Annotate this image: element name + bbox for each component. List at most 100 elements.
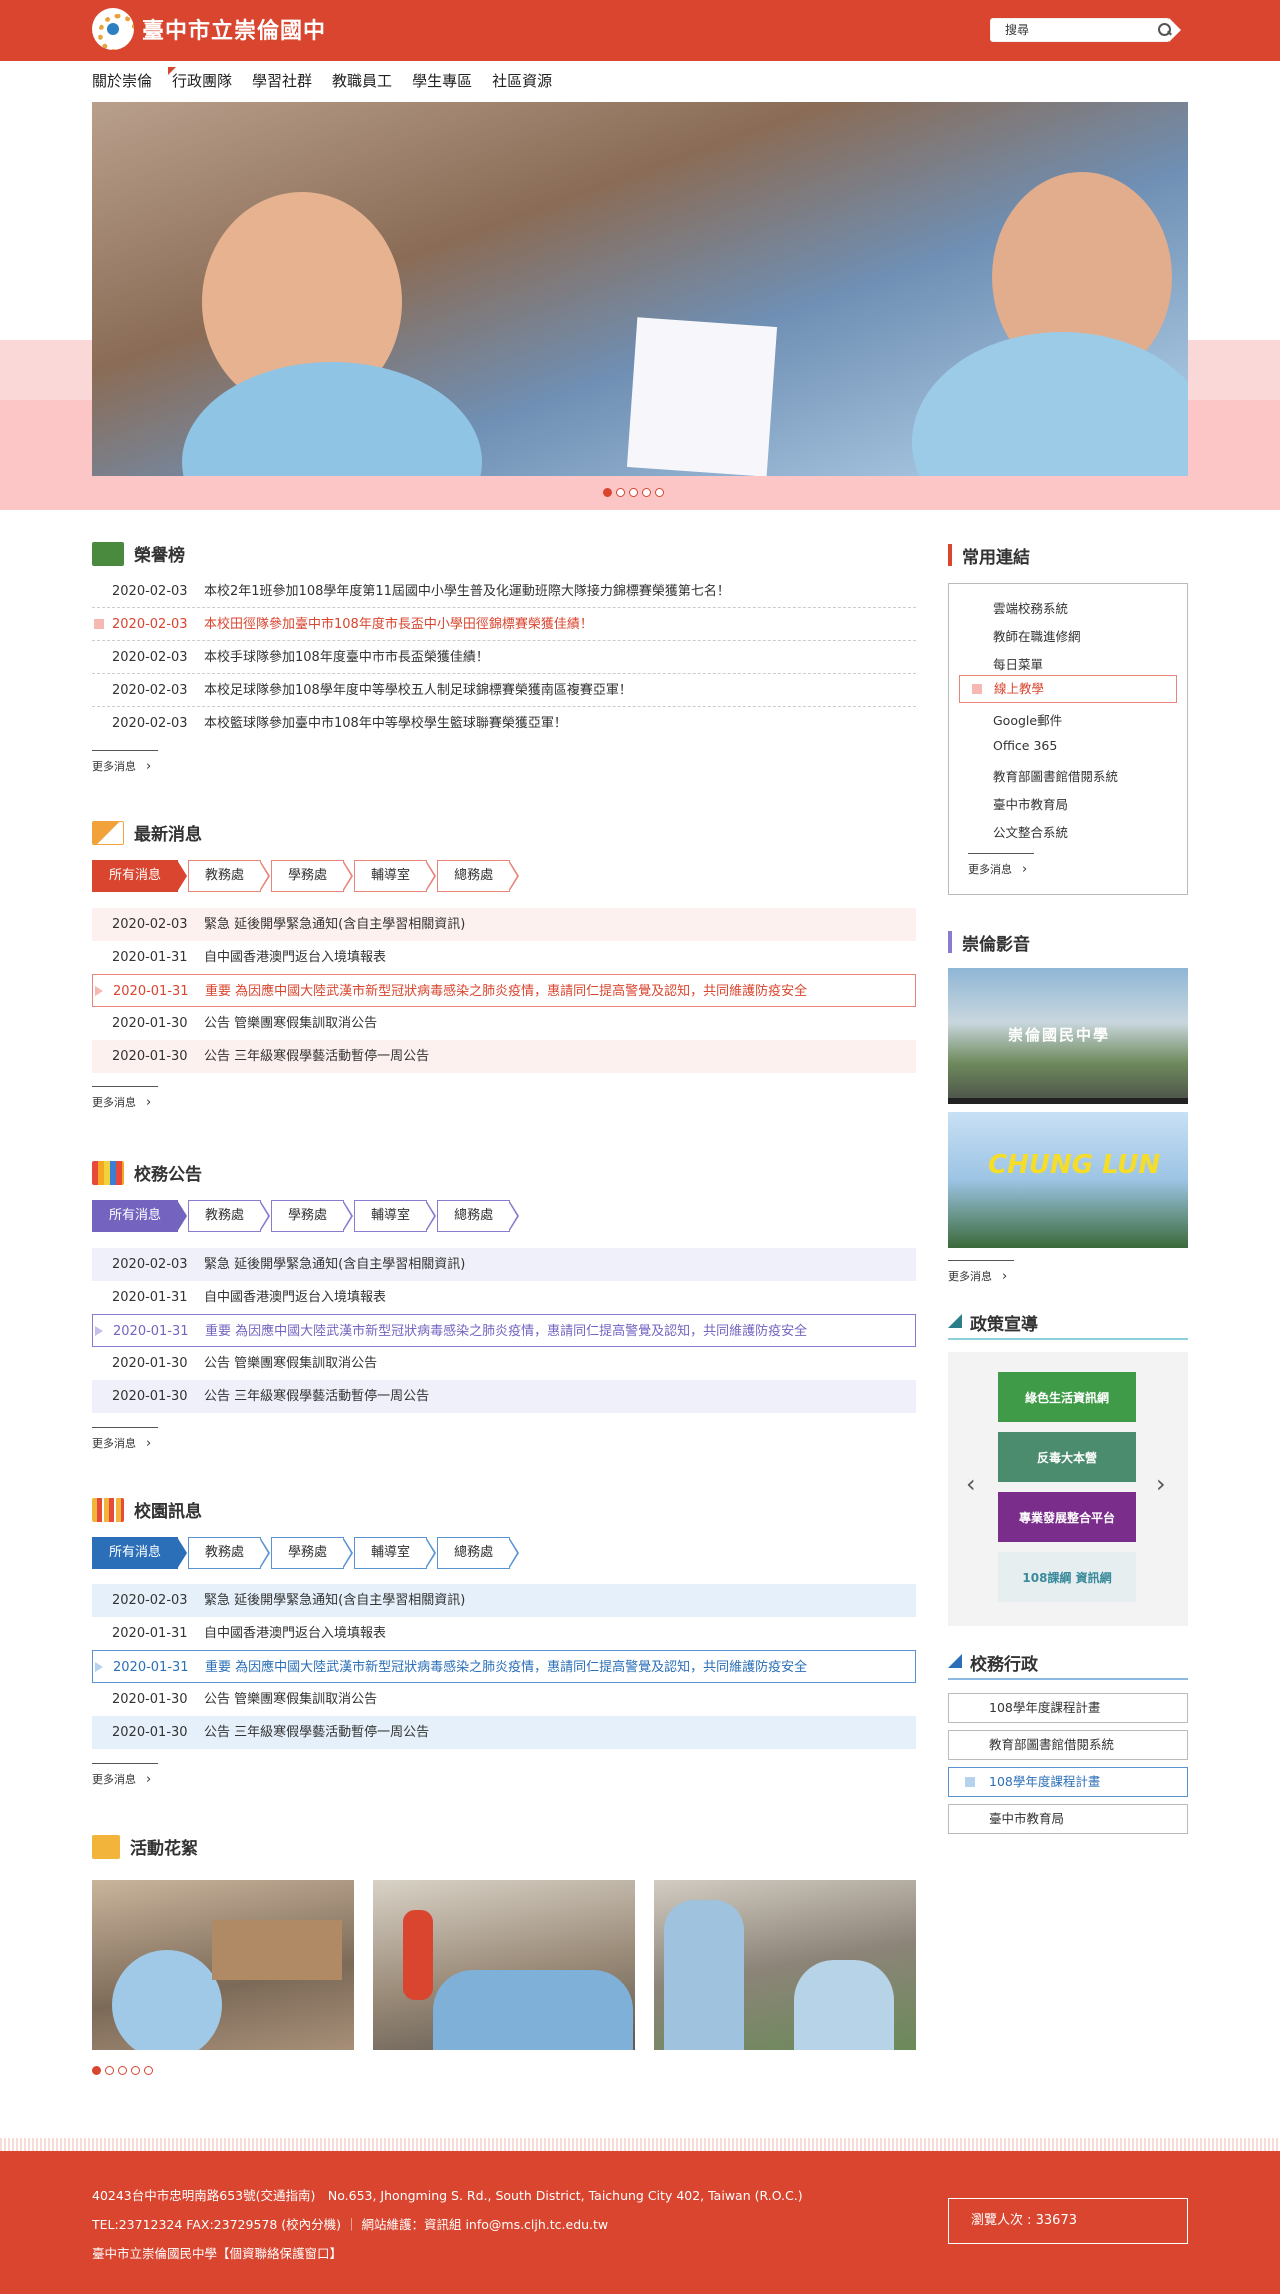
list-item[interactable]: 2020-01-31 重要 為因應中國大陸武漢市新型冠狀病毒感染之肺炎疫情，惠請同… <box>92 1314 916 1347</box>
gallery-dot[interactable] <box>92 2066 101 2075</box>
tab-general-affairs[interactable]: 總務處 <box>437 1537 520 1569</box>
tab-all[interactable]: 所有消息 <box>92 1200 188 1232</box>
list-item[interactable]: 2020-01-30 公告 三年級寒假學藝活動暫停一周公告 <box>92 1040 916 1073</box>
banner-dot[interactable] <box>655 488 664 497</box>
chevron-right-icon[interactable]: › <box>1156 1470 1166 1498</box>
search-icon[interactable] <box>1158 23 1172 37</box>
list-item[interactable]: 2020-01-30 公告 管樂團寒假集訓取消公告 <box>92 1347 916 1380</box>
affairs-more-link[interactable]: 更多消息 <box>92 1427 159 1451</box>
footer-privacy-link[interactable]: 臺中市立崇倫國民中學【個資聯絡保護窗口】 <box>92 2243 342 2262</box>
gallery-dot[interactable] <box>105 2066 114 2075</box>
policy-banner-teacher-platform[interactable]: 專業發展整合平台 <box>998 1492 1136 1542</box>
list-item[interactable]: 2020-02-03 本校足球隊參加108學年度中等學校五人制足球錦標賽榮獲南區複… <box>92 674 916 707</box>
banner-photo[interactable] <box>92 102 1188 476</box>
link-office365[interactable]: Office 365 <box>993 738 1057 753</box>
tab-student-affairs[interactable]: 學務處 <box>271 1200 354 1232</box>
banner-dot[interactable] <box>616 488 625 497</box>
gallery-dot[interactable] <box>118 2066 127 2075</box>
admin-link-curriculum-plan-2[interactable]: 108學年度課程計畫 <box>948 1767 1188 1797</box>
gallery-dot[interactable] <box>131 2066 140 2075</box>
video-thumbnail[interactable]: 崇倫國民中學 <box>948 968 1188 1104</box>
tab-counseling[interactable]: 輔導室 <box>354 1200 437 1232</box>
list-item[interactable]: 2020-01-31 自中國香港澳門返台入境填報表 <box>92 941 916 974</box>
tab-academic[interactable]: 教務處 <box>188 1537 271 1569</box>
link-teacher-training[interactable]: 教師在職進修網 <box>993 626 1081 645</box>
tab-student-affairs[interactable]: 學務處 <box>271 860 354 892</box>
link-online-teaching[interactable]: 線上教學 <box>959 675 1177 703</box>
banner-pagination <box>603 488 664 497</box>
honors-heading: 榮譽榜 <box>92 541 185 566</box>
affairs-tabs: 所有消息 教務處 學務處 輔導室 總務處 <box>92 1200 520 1232</box>
link-cloud-system[interactable]: 雲端校務系統 <box>993 598 1068 617</box>
video-thumbnail[interactable]: CHUNG LUN <box>948 1112 1188 1248</box>
video-controls[interactable] <box>948 1098 1188 1104</box>
link-document-system[interactable]: 公文整合系統 <box>993 822 1068 841</box>
tab-general-affairs[interactable]: 總務處 <box>437 1200 520 1232</box>
gallery-photo[interactable] <box>373 1880 635 2050</box>
banner-dot[interactable] <box>642 488 651 497</box>
chevron-left-icon[interactable]: ‹ <box>966 1470 976 1498</box>
links-title: 常用連結 <box>962 548 1030 568</box>
nav-learning[interactable]: 學習社群 <box>252 70 312 91</box>
list-item[interactable]: 2020-01-30 公告 管樂團寒假集訓取消公告 <box>92 1007 916 1040</box>
nav-staff[interactable]: 教職員工 <box>332 70 392 91</box>
gallery-dot[interactable] <box>144 2066 153 2075</box>
admin-link-curriculum-plan[interactable]: 108學年度課程計畫 <box>948 1693 1188 1723</box>
item-text: 公告 管樂團寒假集訓取消公告 <box>204 1356 378 1371</box>
footer-address: 40243台中市忠明南路653號(交通指南) No.653, Jhongming… <box>92 2188 803 2203</box>
list-item[interactable]: 2020-01-31 自中國香港澳門返台入境填報表 <box>92 1617 916 1650</box>
list-item[interactable]: 2020-02-03 本校籃球隊參加臺中市108年中等學校學生籃球聯賽榮獲亞軍！ <box>92 707 916 740</box>
item-date: 2020-02-03 <box>112 617 188 632</box>
list-item[interactable]: 2020-02-03 緊急 延後開學緊急通知(含自主學習相關資訊) <box>92 1248 916 1281</box>
item-text: 自中國香港澳門返台入境填報表 <box>204 1626 387 1641</box>
tab-all[interactable]: 所有消息 <box>92 860 188 892</box>
list-item[interactable]: 2020-02-03 本校田徑隊參加臺中市108年度市長盃中小學田徑錦標賽榮獲佳績… <box>92 608 916 641</box>
tab-academic[interactable]: 教務處 <box>188 1200 271 1232</box>
links-more-link[interactable]: 更多消息 <box>968 853 1035 877</box>
item-text: 重要 為因應中國大陸武漢市新型冠狀病毒感染之肺炎疫情，惠請同仁提高警覺及認知，共… <box>205 1324 808 1339</box>
link-library-system[interactable]: 教育部圖書館借閱系統 <box>993 766 1118 785</box>
admin-link-education-bureau[interactable]: 臺中市教育局 <box>948 1804 1188 1834</box>
site-logo[interactable]: 臺中市立崇倫國中 <box>92 8 326 50</box>
list-item[interactable]: 2020-01-30 公告 三年級寒假學藝活動暫停一周公告 <box>92 1716 916 1749</box>
gallery-photo[interactable] <box>92 1880 354 2050</box>
link-education-bureau[interactable]: 臺中市教育局 <box>993 794 1068 813</box>
affairs-list: 2020-02-03 緊急 延後開學緊急通知(含自主學習相關資訊) 2020-01… <box>92 1248 916 1413</box>
policy-banner-anti-drug[interactable]: 反毒大本營 <box>998 1432 1136 1482</box>
nav-community[interactable]: 社區資源 <box>492 70 552 91</box>
policy-banner-108-curriculum[interactable]: 108課綱 資訊網 <box>998 1552 1136 1602</box>
tab-academic[interactable]: 教務處 <box>188 860 271 892</box>
tab-counseling[interactable]: 輔導室 <box>354 1537 437 1569</box>
item-date: 2020-02-03 <box>112 683 188 698</box>
banner-dot[interactable] <box>603 488 612 497</box>
nav-students[interactable]: 學生專區 <box>412 70 472 91</box>
latest-more-link[interactable]: 更多消息 <box>92 1086 159 1110</box>
nav-about[interactable]: 關於崇倫 <box>92 70 152 91</box>
tab-student-affairs[interactable]: 學務處 <box>271 1537 354 1569</box>
tab-all[interactable]: 所有消息 <box>92 1537 188 1569</box>
list-item[interactable]: 2020-02-03 本校手球隊參加108年度臺中市市長盃榮獲佳績！ <box>92 641 916 674</box>
gallery-photo[interactable] <box>654 1880 916 2050</box>
admin-link-library-system[interactable]: 教育部圖書館借閱系統 <box>948 1730 1188 1760</box>
tab-counseling[interactable]: 輔導室 <box>354 860 437 892</box>
tab-general-affairs[interactable]: 總務處 <box>437 860 520 892</box>
video-more-link[interactable]: 更多消息 <box>948 1260 1015 1284</box>
list-item[interactable]: 2020-01-31 重要 為因應中國大陸武漢市新型冠狀病毒感染之肺炎疫情，惠請同… <box>92 974 916 1007</box>
list-item[interactable]: 2020-01-31 重要 為因應中國大陸武漢市新型冠狀病毒感染之肺炎疫情，惠請同… <box>92 1650 916 1683</box>
list-item[interactable]: 2020-02-03 本校2年1班參加108學年度第11屆國中小學生普及化運動班際… <box>92 575 916 608</box>
nav-admin-team[interactable]: 行政團隊 <box>168 67 232 91</box>
list-item[interactable]: 2020-02-03 緊急 延後開學緊急通知(含自主學習相關資訊) <box>92 908 916 941</box>
list-item[interactable]: 2020-01-31 自中國香港澳門返台入境填報表 <box>92 1281 916 1314</box>
gallery-title: 活動花絮 <box>130 1839 198 1859</box>
link-google-mail[interactable]: Google郵件 <box>993 710 1062 729</box>
policy-banner-green-living[interactable]: 綠色生活資訊網 <box>998 1372 1136 1422</box>
link-daily-menu[interactable]: 每日菜單 <box>993 654 1043 673</box>
list-item[interactable]: 2020-01-30 公告 三年級寒假學藝活動暫停一周公告 <box>92 1380 916 1413</box>
banner-dot[interactable] <box>629 488 638 497</box>
campus-more-link[interactable]: 更多消息 <box>92 1763 159 1787</box>
list-item[interactable]: 2020-01-30 公告 管樂團寒假集訓取消公告 <box>92 1683 916 1716</box>
search-input[interactable] <box>990 18 1170 42</box>
list-item[interactable]: 2020-02-03 緊急 延後開學緊急通知(含自主學習相關資訊) <box>92 1584 916 1617</box>
honors-more-link[interactable]: 更多消息 <box>92 750 159 774</box>
video-heading: 崇倫影音 <box>948 930 1030 955</box>
